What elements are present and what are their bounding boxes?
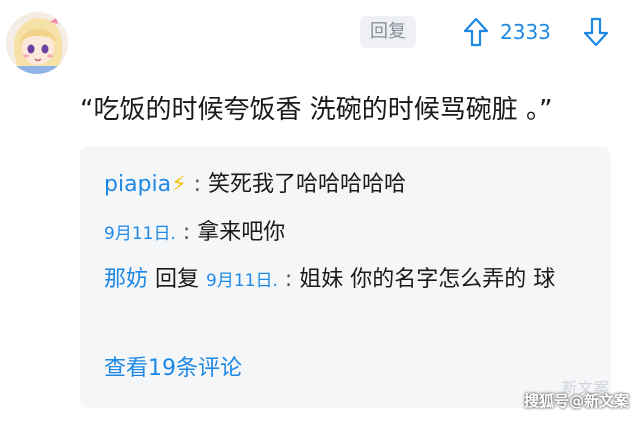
comment-text: “吃饭的时候夸饭香 洗碗的时候骂碗脏 。”: [80, 95, 553, 125]
reply-author[interactable]: piapia: [104, 172, 171, 197]
reply-text: 拿来吧你: [197, 220, 286, 245]
reply-item: piapia⚡ : 笑死我了哈哈哈哈哈: [104, 166, 594, 204]
view-more-comments-link[interactable]: 查看19条评论: [104, 352, 242, 386]
replies-box: piapia⚡ : 笑死我了哈哈哈哈哈 9月11日. : 拿来吧你 那妨 回复 …: [80, 146, 611, 408]
downvote-arrow-icon[interactable]: [582, 16, 610, 48]
avatar[interactable]: [6, 12, 68, 74]
reply-author[interactable]: 那妨: [104, 267, 148, 292]
reply-separator: :: [186, 172, 208, 197]
reply-author[interactable]: 9月11日.: [104, 224, 176, 244]
watermark: 搜狐号@新文案: [523, 392, 629, 410]
reply-item: 9月11日. : 拿来吧你: [104, 214, 594, 253]
reply-button[interactable]: 回复: [360, 16, 416, 48]
reply-separator: :: [277, 267, 300, 292]
reply-separator: :: [175, 220, 198, 245]
reply-item: 那妨 回复 9月11日. : 姐妹 你的名字怎么弄的 球: [104, 261, 594, 300]
upvote-arrow-icon[interactable]: [462, 16, 490, 48]
vote-score: 2333: [500, 20, 551, 44]
reply-text: 姐妹 你的名字怎么弄的 球: [299, 267, 556, 292]
reply-text: 笑死我了哈哈哈哈哈: [207, 172, 406, 197]
reply-to-author[interactable]: 9月11日.: [206, 271, 278, 291]
reply-word: 回复: [155, 267, 200, 292]
lightning-icon: ⚡: [171, 172, 187, 197]
